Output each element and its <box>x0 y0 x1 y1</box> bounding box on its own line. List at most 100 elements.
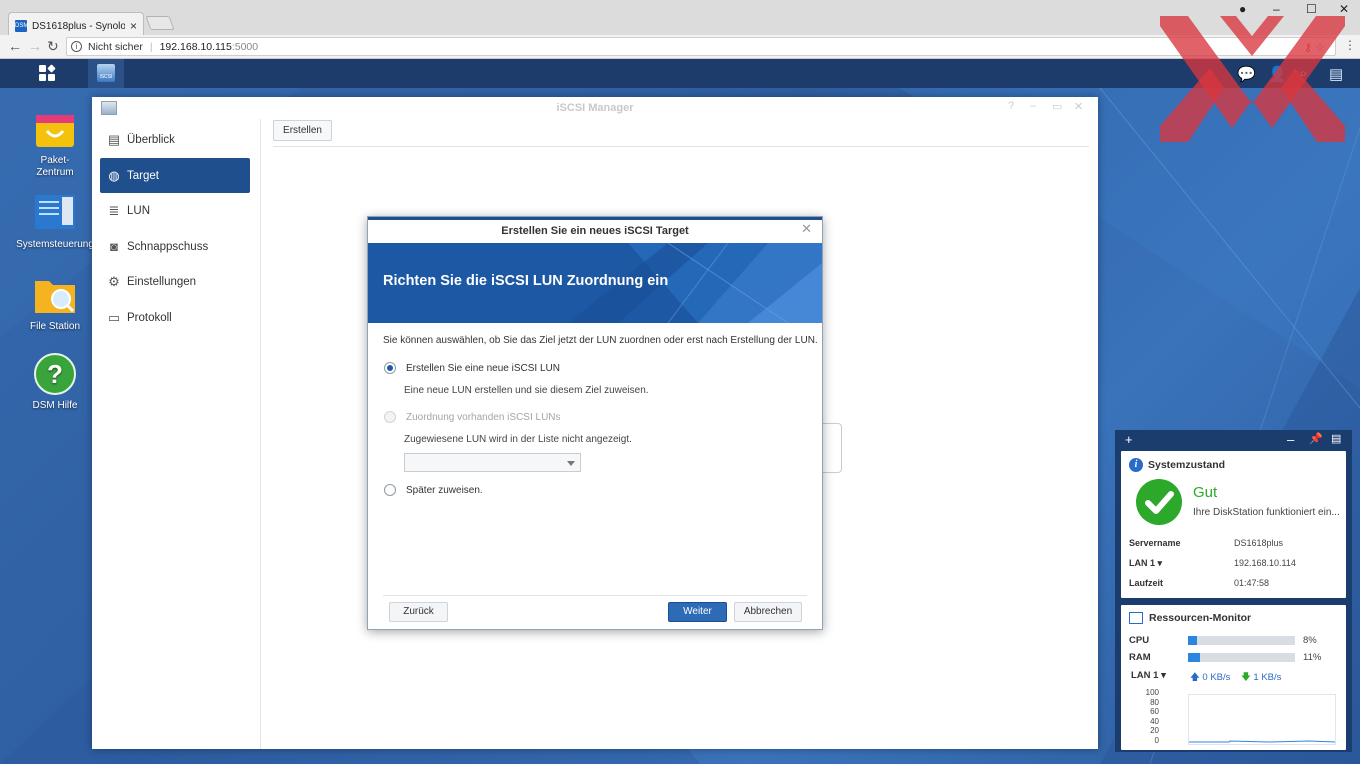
add-widget-icon[interactable]: + <box>1125 432 1133 447</box>
monitor-icon <box>1129 612 1143 624</box>
radio-button-checked[interactable] <box>384 362 396 374</box>
health-description: Ihre DiskStation funktioniert ein... <box>1193 507 1340 518</box>
close-icon[interactable]: ✕ <box>801 221 812 237</box>
chart-tick: 100 <box>1145 688 1159 697</box>
network-chart-line <box>1189 740 1336 743</box>
gear-icon: ⚙ <box>108 273 120 289</box>
chart-tick: 40 <box>1150 717 1159 726</box>
back-button[interactable]: Zurück <box>389 602 448 622</box>
footer-divider <box>383 595 807 596</box>
widget-panel: + – 📌 ▤ i Systemzustand Gut Ihre DiskSta… <box>1115 430 1352 752</box>
browser-tab-strip: DSM DS1618plus - Synology D × ● – ☐ ✕ <box>0 0 1360 35</box>
desktop-icon-label: Systemsteuerung <box>16 239 94 250</box>
server-name-label: Servername <box>1129 538 1181 548</box>
main-menu-button[interactable] <box>31 59 63 88</box>
info-icon[interactable]: i <box>71 41 82 52</box>
info-icon: i <box>1129 458 1143 472</box>
sidebar-item-label: Target <box>127 169 159 182</box>
browser-tab[interactable]: DSM DS1618plus - Synology D × <box>8 12 144 35</box>
minimize-window-icon[interactable]: – <box>1273 2 1280 16</box>
sidebar-item-snapshot[interactable]: ◙ Schnappschuss <box>100 229 250 264</box>
pin-icon[interactable]: 📌 <box>1309 432 1323 445</box>
svg-text:?: ? <box>47 359 63 389</box>
next-button[interactable]: Weiter <box>668 602 727 622</box>
option-assign-later[interactable]: Später zuweisen. <box>384 484 483 496</box>
desktop-icon-dsm-help[interactable]: ? DSM Hilfe <box>15 352 95 412</box>
cpu-usage-fill <box>1188 636 1197 645</box>
lan-label[interactable]: LAN 1 ▾ <box>1131 670 1166 681</box>
package-center-icon <box>33 107 77 151</box>
ram-label: RAM <box>1129 652 1151 663</box>
security-label: Nicht sicher <box>88 40 143 53</box>
widget-settings-icon[interactable]: ▤ <box>1331 432 1341 445</box>
cpu-usage-value: 8% <box>1303 635 1317 646</box>
sidebar-item-overview[interactable]: ▤ Überblick <box>100 122 250 157</box>
option-create-new-lun[interactable]: Erstellen Sie eine neue iSCSI LUN <box>384 362 560 374</box>
desktop-icon-label: Paket- Zentrum <box>36 155 74 178</box>
desktop-icon-file-station[interactable]: File Station <box>15 273 95 333</box>
toolbar-divider <box>273 146 1089 147</box>
desktop-icon-label: File Station <box>29 321 81 332</box>
reload-icon[interactable]: ↻ <box>47 38 59 55</box>
resource-monitor-widget: Ressourcen-Monitor CPU 8% RAM 11% LAN 1 … <box>1121 605 1346 750</box>
cancel-button[interactable]: Abbrechen <box>734 602 802 622</box>
file-station-icon <box>33 273 77 317</box>
sidebar-item-settings[interactable]: ⚙ Einstellungen <box>100 264 250 299</box>
window-title: iSCSI Manager <box>556 102 634 114</box>
iscsi-app-icon: iSCSI <box>97 64 115 82</box>
sidebar-item-label: LUN <box>127 204 151 217</box>
chart-tick: 20 <box>1150 726 1159 735</box>
minimize-icon[interactable]: – <box>1030 100 1036 112</box>
new-tab-button[interactable] <box>145 16 175 30</box>
uptime-value: 01:47:58 <box>1234 578 1270 588</box>
browser-tab-title: DS1618plus - Synology D <box>32 20 125 32</box>
health-status: Gut <box>1193 484 1218 501</box>
sidebar-item-lun[interactable]: ≣ LUN <box>100 193 250 228</box>
widget-panel-header: + – 📌 ▤ <box>1115 430 1352 450</box>
option-label: Zuordnung vorhanden iSCSI LUNs <box>406 411 561 423</box>
desktop-icon-label: DSM Hilfe <box>32 400 78 411</box>
address-separator: | <box>149 40 153 53</box>
back-arrow-icon[interactable]: ← <box>8 38 22 54</box>
address-bar[interactable]: i Nicht sicher | 192.168.10.115 :5000 ⚷ … <box>66 37 1336 56</box>
close-icon[interactable]: ✕ <box>1074 100 1083 113</box>
cpu-label: CPU <box>1129 635 1150 646</box>
document-icon: ▭ <box>107 309 121 325</box>
system-health-widget: i Systemzustand Gut Ihre DiskStation fun… <box>1121 451 1346 598</box>
upload-rate: 🡅 0 KB/s <box>1190 672 1231 683</box>
option-map-existing-luns[interactable]: Zuordnung vorhanden iSCSI LUNs <box>384 411 561 423</box>
download-rate: 🡇 1 KB/s <box>1241 672 1282 683</box>
lan-label[interactable]: LAN 1 ▾ <box>1129 558 1162 569</box>
close-window-icon[interactable]: ✕ <box>1339 2 1349 16</box>
option-label: Später zuweisen. <box>406 484 483 496</box>
chart-tick: 60 <box>1150 707 1159 716</box>
grid-icon <box>39 64 56 81</box>
browser-menu-icon[interactable]: ⋮ <box>1344 38 1356 52</box>
radio-button-disabled[interactable] <box>384 411 396 423</box>
desktop-icon-package-center[interactable]: Paket- Zentrum <box>15 107 95 179</box>
help-button-icon[interactable]: ? <box>1008 100 1014 112</box>
create-button[interactable]: Erstellen <box>273 120 332 141</box>
radio-button[interactable] <box>384 484 396 496</box>
app-sidebar: ▤ Überblick ◍ Target ≣ LUN ◙ Schnappschu… <box>92 119 261 749</box>
chart-tick: 80 <box>1150 698 1159 707</box>
lun-select-dropdown[interactable] <box>404 453 581 472</box>
overview-icon: ▤ <box>107 131 121 147</box>
network-chart <box>1188 694 1336 745</box>
cpu-usage-bar <box>1188 636 1295 645</box>
taskbar-iscsi-manager[interactable]: iSCSI <box>88 59 124 88</box>
minimize-icon[interactable]: – <box>1287 432 1294 447</box>
sidebar-item-log[interactable]: ▭ Protokoll <box>100 300 250 335</box>
maximize-window-icon[interactable]: ☐ <box>1306 2 1317 16</box>
close-tab-icon[interactable]: × <box>130 19 137 33</box>
profile-icon[interactable]: ● <box>1239 2 1246 16</box>
desktop-icon-control-panel[interactable]: Systemsteuerung <box>15 191 95 251</box>
widget-title: i Systemzustand <box>1129 458 1225 472</box>
sidebar-item-label: Protokoll <box>127 311 172 324</box>
ram-usage-bar <box>1188 653 1295 662</box>
maximize-icon[interactable]: ▭ <box>1052 100 1062 113</box>
forward-arrow-icon[interactable]: → <box>28 38 42 54</box>
sidebar-item-target[interactable]: ◍ Target <box>100 158 250 193</box>
dsm-taskbar: iSCSI 💬 👤 ⌕ ▤ <box>0 59 1360 88</box>
widget-title: Ressourcen-Monitor <box>1129 612 1251 624</box>
